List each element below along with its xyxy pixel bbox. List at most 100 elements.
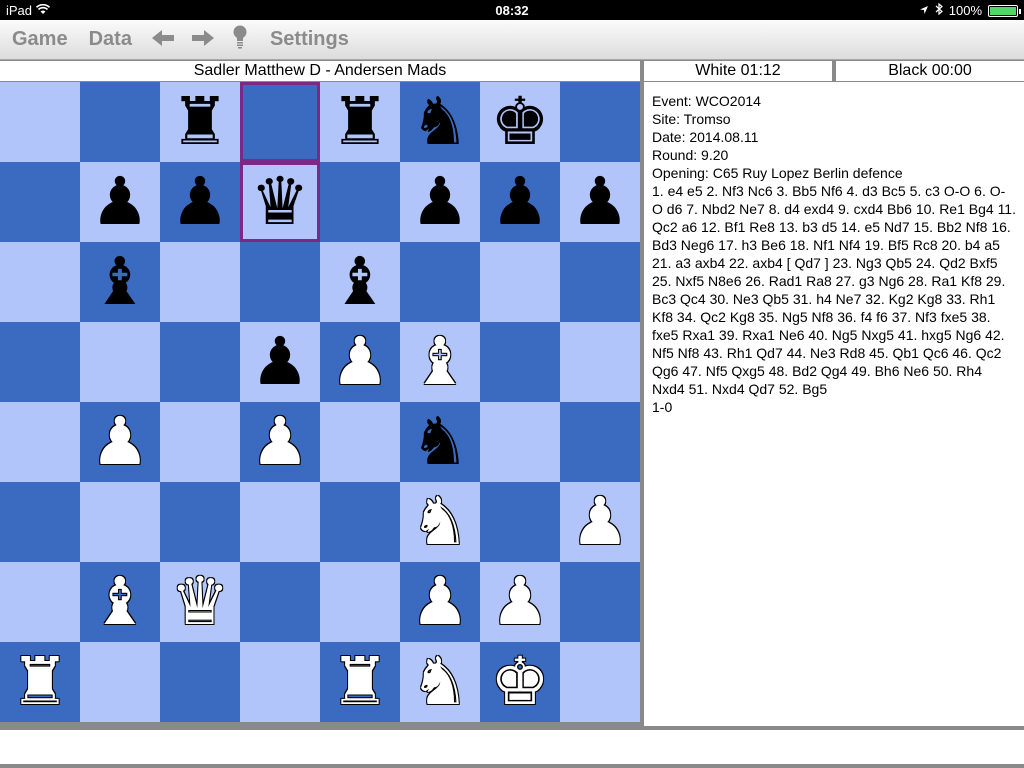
square-h8[interactable]	[560, 82, 640, 162]
square-g4[interactable]	[480, 402, 560, 482]
settings-button[interactable]: Settings	[270, 28, 349, 51]
white-pawn-icon[interactable]: ♟	[90, 409, 149, 475]
square-d6[interactable]	[240, 242, 320, 322]
white-pawn-icon[interactable]: ♟	[250, 409, 309, 475]
square-b4[interactable]: ♟	[80, 402, 160, 482]
square-d3[interactable]	[240, 482, 320, 562]
square-g3[interactable]	[480, 482, 560, 562]
square-d4[interactable]: ♟	[240, 402, 320, 482]
square-g6[interactable]	[480, 242, 560, 322]
square-b3[interactable]	[80, 482, 160, 562]
square-e5[interactable]: ♟	[320, 322, 400, 402]
square-a7[interactable]	[0, 162, 80, 242]
white-bishop-icon[interactable]: ♝	[410, 329, 469, 395]
arrow-left-icon[interactable]	[151, 28, 174, 52]
square-c4[interactable]	[160, 402, 240, 482]
square-g2[interactable]: ♟	[480, 562, 560, 642]
square-g7[interactable]: ♟	[480, 162, 560, 242]
square-a3[interactable]	[0, 482, 80, 562]
white-pawn-icon[interactable]: ♟	[490, 569, 549, 635]
white-pawn-icon[interactable]: ♟	[330, 329, 389, 395]
white-rook-icon[interactable]: ♜	[10, 649, 69, 715]
black-pawn-icon[interactable]: ♟	[170, 169, 229, 235]
square-b2[interactable]: ♝	[80, 562, 160, 642]
square-c1[interactable]	[160, 642, 240, 722]
square-h1[interactable]	[560, 642, 640, 722]
square-d8[interactable]	[240, 82, 320, 162]
arrow-right-icon[interactable]	[191, 28, 214, 52]
black-pawn-icon[interactable]: ♟	[410, 169, 469, 235]
square-f6[interactable]	[400, 242, 480, 322]
square-a4[interactable]	[0, 402, 80, 482]
white-pawn-icon[interactable]: ♟	[570, 489, 629, 555]
white-pawn-icon[interactable]: ♟	[410, 569, 469, 635]
black-queen-icon[interactable]: ♛	[250, 169, 309, 235]
square-f3[interactable]: ♞	[400, 482, 480, 562]
square-e8[interactable]: ♜	[320, 82, 400, 162]
square-e1[interactable]: ♜	[320, 642, 400, 722]
square-c5[interactable]	[160, 322, 240, 402]
square-h7[interactable]: ♟	[560, 162, 640, 242]
square-h2[interactable]	[560, 562, 640, 642]
square-d5[interactable]: ♟	[240, 322, 320, 402]
square-f8[interactable]: ♞	[400, 82, 480, 162]
square-b5[interactable]	[80, 322, 160, 402]
black-pawn-icon[interactable]: ♟	[250, 329, 309, 395]
square-e2[interactable]	[320, 562, 400, 642]
square-e6[interactable]: ♝	[320, 242, 400, 322]
square-h5[interactable]	[560, 322, 640, 402]
square-g5[interactable]	[480, 322, 560, 402]
square-c2[interactable]: ♛	[160, 562, 240, 642]
black-knight-icon[interactable]: ♞	[410, 89, 469, 155]
white-knight-icon[interactable]: ♞	[410, 649, 469, 715]
black-king-icon[interactable]: ♚	[490, 89, 549, 155]
square-f4[interactable]: ♞	[400, 402, 480, 482]
square-b8[interactable]	[80, 82, 160, 162]
square-b7[interactable]: ♟	[80, 162, 160, 242]
comment-area[interactable]	[0, 730, 1024, 764]
square-a1[interactable]: ♜	[0, 642, 80, 722]
square-e7[interactable]	[320, 162, 400, 242]
square-f1[interactable]: ♞	[400, 642, 480, 722]
square-a8[interactable]	[0, 82, 80, 162]
black-rook-icon[interactable]: ♜	[170, 89, 229, 155]
square-a2[interactable]	[0, 562, 80, 642]
square-f7[interactable]: ♟	[400, 162, 480, 242]
square-h6[interactable]	[560, 242, 640, 322]
black-pawn-icon[interactable]: ♟	[490, 169, 549, 235]
square-e3[interactable]	[320, 482, 400, 562]
data-menu-button[interactable]: Data	[89, 28, 132, 51]
square-f2[interactable]: ♟	[400, 562, 480, 642]
black-knight-icon[interactable]: ♞	[410, 409, 469, 475]
lightbulb-icon[interactable]	[232, 25, 248, 54]
game-menu-button[interactable]: Game	[12, 28, 68, 51]
white-king-icon[interactable]: ♚	[490, 649, 549, 715]
white-bishop-icon[interactable]: ♝	[90, 569, 149, 635]
square-a6[interactable]	[0, 242, 80, 322]
square-f5[interactable]: ♝	[400, 322, 480, 402]
square-e4[interactable]	[320, 402, 400, 482]
black-pawn-icon[interactable]: ♟	[90, 169, 149, 235]
square-g1[interactable]: ♚	[480, 642, 560, 722]
square-a5[interactable]	[0, 322, 80, 402]
square-d2[interactable]	[240, 562, 320, 642]
square-d7[interactable]: ♛	[240, 162, 320, 242]
square-c8[interactable]: ♜	[160, 82, 240, 162]
black-rook-icon[interactable]: ♜	[330, 89, 389, 155]
square-c6[interactable]	[160, 242, 240, 322]
square-h4[interactable]	[560, 402, 640, 482]
black-bishop-icon[interactable]: ♝	[330, 249, 389, 315]
white-queen-icon[interactable]: ♛	[170, 569, 229, 635]
black-bishop-icon[interactable]: ♝	[90, 249, 149, 315]
square-c3[interactable]	[160, 482, 240, 562]
white-rook-icon[interactable]: ♜	[330, 649, 389, 715]
square-b6[interactable]: ♝	[80, 242, 160, 322]
white-knight-icon[interactable]: ♞	[410, 489, 469, 555]
square-h3[interactable]: ♟	[560, 482, 640, 562]
square-b1[interactable]	[80, 642, 160, 722]
move-line: Kf8 34. Qc2 Kg8 35. Ng5 Nf8 36. f4 f6 37…	[652, 309, 991, 325]
black-pawn-icon[interactable]: ♟	[570, 169, 629, 235]
square-c7[interactable]: ♟	[160, 162, 240, 242]
square-g8[interactable]: ♚	[480, 82, 560, 162]
square-d1[interactable]	[240, 642, 320, 722]
